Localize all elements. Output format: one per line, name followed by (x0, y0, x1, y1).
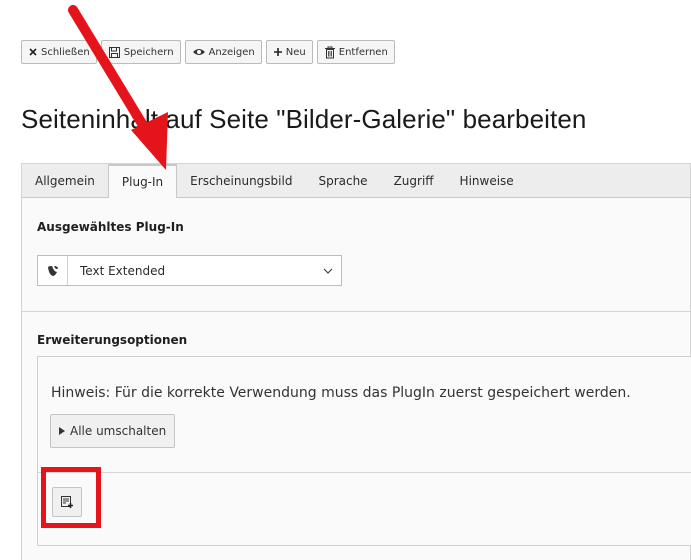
inner-divider (38, 472, 691, 473)
page-title: Seiteninhalt auf Seite "Bilder-Galerie" … (21, 104, 587, 134)
tab-hinweise[interactable]: Hinweise (447, 164, 527, 197)
extension-options-box: Hinweis: Für die korrekte Verwendung mus… (37, 356, 691, 546)
tab-allgemein[interactable]: Allgemein (22, 164, 108, 197)
tab-content-panel: Ausgewähltes Plug-In Text Extended Erwei… (21, 198, 691, 560)
plugin-select-value: Text Extended (80, 263, 166, 278)
delete-button[interactable]: Entfernen (316, 40, 395, 64)
save-hint-text: Hinweis: Für die korrekte Verwendung mus… (51, 385, 631, 401)
new-button[interactable]: Neu (265, 40, 313, 64)
toggle-all-button[interactable]: Alle umschalten (50, 414, 176, 448)
red-highlight-box (41, 467, 101, 528)
close-icon (29, 48, 37, 56)
tab-bar: Allgemein Plug-In Erscheinungsbild Sprac… (21, 163, 691, 198)
typo3-logo-icon (47, 265, 58, 276)
new-button-label: Neu (285, 46, 306, 58)
plugin-select-icon-box (38, 256, 68, 285)
delete-button-label: Entfernen (338, 46, 388, 58)
tab-plug-in[interactable]: Plug-In (107, 164, 178, 198)
chevron-down-icon (315, 268, 341, 274)
tab-sprache[interactable]: Sprache (305, 164, 380, 197)
tab-zugriff[interactable]: Zugriff (381, 164, 447, 197)
view-button[interactable]: Anzeigen (184, 40, 262, 64)
save-icon (108, 46, 120, 58)
toggle-all-label: Alle umschalten (70, 424, 167, 438)
plus-icon (273, 48, 282, 56)
save-button-label: Speichern (123, 46, 174, 58)
caret-right-icon (59, 427, 65, 435)
tab-erscheinungsbild[interactable]: Erscheinungsbild (177, 164, 305, 197)
plugin-section-label: Ausgewähltes Plug-In (37, 220, 184, 234)
options-section-label: Erweiterungsoptionen (37, 333, 188, 347)
save-button[interactable]: Speichern (100, 40, 181, 64)
section-divider (22, 311, 690, 312)
trash-icon (324, 46, 335, 58)
plugin-select[interactable]: Text Extended (37, 255, 342, 286)
docheader-toolbar: Schließen Speichern Anzeigen Neu Entfern… (21, 40, 395, 64)
close-button[interactable]: Schließen (21, 40, 97, 64)
view-button-label: Anzeigen (208, 46, 255, 58)
close-button-label: Schließen (41, 46, 90, 58)
eye-icon (192, 49, 205, 55)
